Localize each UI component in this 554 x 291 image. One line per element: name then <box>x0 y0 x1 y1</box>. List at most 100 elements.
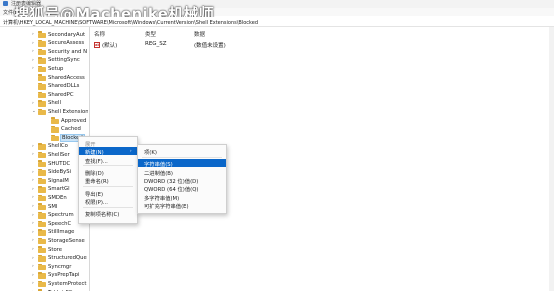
folder-icon <box>38 177 46 185</box>
chevron-right-icon[interactable]: › <box>32 187 34 192</box>
tree-item-label: Shell Extension <box>48 108 88 115</box>
folder-icon <box>51 134 59 142</box>
tree-item-label: SettingSync <box>48 57 80 64</box>
chevron-right-icon[interactable]: › <box>32 178 34 183</box>
submenu-item-0[interactable]: 项(K) <box>138 147 226 156</box>
tree-item-label: SmartGl <box>48 186 70 193</box>
menu-item-label: 复制项名称(C) <box>85 212 120 219</box>
tree-item-label: Syncmgr <box>48 263 72 270</box>
tree-item-label: SharedDLLs <box>48 83 80 90</box>
tree-item-label: SystemProtect <box>48 280 87 287</box>
chevron-right-icon[interactable]: › <box>32 264 34 269</box>
chevron-right-icon[interactable]: › <box>32 58 34 63</box>
tree-item-label: Security and N <box>48 48 88 55</box>
context_menu-item-0[interactable]: 展开 <box>79 139 137 148</box>
tree-item-label: SignalM <box>48 177 69 184</box>
context_menu-item-4[interactable]: 删除(D) <box>79 168 137 177</box>
tree-item-label: SharedAccess <box>48 74 85 81</box>
folder-icon <box>38 246 46 253</box>
folder-icon <box>38 31 46 38</box>
chevron-right-icon[interactable]: › <box>32 256 34 261</box>
tree-item-label: StructuredQue <box>48 255 87 262</box>
chevron-right-icon[interactable]: › <box>32 66 34 71</box>
address-bar[interactable]: 计算机\HKEY_LOCAL_MACHINE\SOFTWARE\Microsof… <box>0 17 554 27</box>
column-header-data[interactable]: 数据 <box>194 30 205 38</box>
new-submenu: 项(K) 字符串值(S) 二进制值(B) DWORD (32 位)值(D) QWORD … <box>137 144 227 214</box>
submenu-item-3[interactable]: 二进制值(B) <box>138 168 226 177</box>
folder-icon <box>38 211 46 219</box>
folder-icon <box>38 160 46 167</box>
chevron-right-icon[interactable]: › <box>32 152 34 157</box>
chevron-right-icon[interactable]: › <box>32 273 34 278</box>
tree-item-label: StorageSense <box>48 237 85 244</box>
address-path[interactable]: 计算机\HKEY_LOCAL_MACHINE\SOFTWARE\Microsof… <box>3 19 258 26</box>
tree-item-label: Shell <box>48 100 61 107</box>
context_menu-item-10[interactable]: 复制项名称(C) <box>79 209 137 219</box>
tree-item-label: SMDEn <box>48 194 67 201</box>
context_menu-item-2[interactable]: 查找(F)... <box>79 156 137 165</box>
folder-icon <box>38 280 46 288</box>
submenu-item-5[interactable]: QWORD (64 位)值(Q) <box>138 184 226 193</box>
tree-item-label: Store <box>48 246 62 253</box>
menu-item-label: 查找(F)... <box>85 158 108 165</box>
folder-icon <box>38 168 46 176</box>
chevron-right-icon[interactable]: › <box>32 144 34 149</box>
folder-icon <box>38 229 46 236</box>
menu-separator <box>83 165 133 167</box>
tree-item-label: ShellSer <box>48 151 70 158</box>
chevron-right-icon[interactable]: › <box>32 195 34 200</box>
folder-icon <box>38 194 46 202</box>
folder-icon <box>38 272 46 279</box>
chevron-right-icon[interactable]: › <box>32 49 34 54</box>
tree-item-label: StillImage <box>48 229 75 236</box>
column-header-type[interactable]: 类型 <box>145 30 156 38</box>
tree-item-label: SharedPC <box>48 91 74 98</box>
tree-item-label: Spectrum <box>48 212 74 219</box>
chevron-right-icon[interactable]: › <box>32 32 34 37</box>
chevron-right-icon[interactable]: › <box>32 230 34 235</box>
submenu-item-4[interactable]: DWORD (32 位)值(D) <box>138 176 226 185</box>
folder-icon <box>38 65 46 73</box>
vertical-scrollbar[interactable] <box>549 27 554 291</box>
chevron-right-icon[interactable]: › <box>32 204 34 209</box>
chevron-right-icon[interactable]: › <box>32 213 34 218</box>
folder-icon <box>38 91 46 99</box>
context_menu-item-1[interactable]: 新建(N) › <box>79 147 137 156</box>
tree-item-label: Setup <box>48 65 64 72</box>
chevron-right-icon[interactable]: › <box>32 281 34 286</box>
menu-item-label: 可扩充字符串值(E) <box>144 203 189 210</box>
context-menu: 展开 新建(N) › 查找(F)... 删除(D) 重命名(R) 导出(E) 权限(P)...… <box>78 136 138 224</box>
context_menu-item-8[interactable]: 权限(P)... <box>79 197 137 206</box>
menu-item-label: 重命名(R) <box>85 179 109 186</box>
submenu-item-6[interactable]: 多字符串值(M) <box>138 193 226 202</box>
folder-icon <box>38 237 46 245</box>
chevron-down-icon[interactable]: ⌄ <box>32 109 36 114</box>
column-header-name[interactable]: 名称 <box>94 30 105 38</box>
context_menu-item-5[interactable]: 重命名(R) <box>79 176 137 186</box>
chevron-right-icon[interactable]: › <box>32 41 34 46</box>
folder-icon <box>38 57 46 64</box>
folder-icon <box>38 186 46 193</box>
value-data: (数值未设置) <box>194 43 226 49</box>
chevron-right-icon[interactable]: › <box>32 170 34 175</box>
folder-icon <box>51 125 59 133</box>
chevron-right-icon[interactable]: › <box>32 101 34 106</box>
folder-icon <box>38 203 46 210</box>
submenu-item-7[interactable]: 可扩充字符串值(E) <box>138 201 226 210</box>
tree-item-label: SecureAssess <box>48 40 85 47</box>
chevron-right-icon[interactable]: › <box>32 247 34 252</box>
value-name[interactable]: (默认) <box>102 41 117 49</box>
folder-icon <box>38 220 46 228</box>
context_menu-item-7[interactable]: 导出(E) <box>79 189 137 198</box>
folder-icon <box>38 151 46 159</box>
chevron-right-icon[interactable]: › <box>32 221 34 226</box>
string-value-icon: ab <box>94 42 100 48</box>
key-tree[interactable]: › SecondaryAut › SecureAssess › Security and … <box>0 27 88 291</box>
folder-icon <box>38 254 46 262</box>
submenu-item-2[interactable]: 字符串值(S) <box>138 159 226 168</box>
folder-icon <box>51 117 59 124</box>
chevron-right-icon[interactable]: › <box>32 238 34 243</box>
folder-icon <box>38 143 46 150</box>
registry-editor-icon <box>3 1 8 6</box>
tree-item-label: SideBySi <box>48 169 72 176</box>
